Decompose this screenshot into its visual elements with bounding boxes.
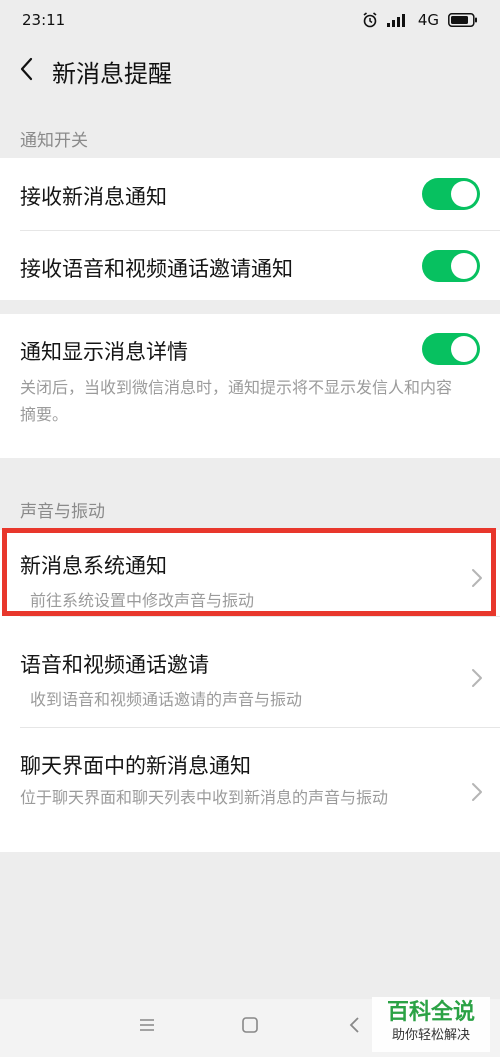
chevron-right-icon <box>472 669 482 687</box>
list-item-description: 收到语音和视频通话邀请的声音与振动 <box>30 690 303 709</box>
switch-description: 关闭后，当收到微信消息时，通知提示将不显示发信人和内容摘要。 <box>20 378 453 424</box>
network-label: 4G <box>417 11 439 29</box>
section-label-notifications: 通知开关 <box>20 131 88 151</box>
status-icons: 4G <box>362 11 478 29</box>
chevron-left-icon <box>19 57 33 85</box>
back-button[interactable] <box>0 40 52 102</box>
signal-icon <box>386 13 409 27</box>
list-item-system-notification[interactable]: 新消息系统通知 前往系统设置中修改声音与振动 <box>0 530 500 616</box>
list-item-description: 位于聊天界面和聊天列表中收到新消息的声音与振动 <box>20 788 389 807</box>
toggle-knob <box>451 253 477 279</box>
call-invites-toggle[interactable] <box>422 250 480 282</box>
switch-row-new-messages[interactable]: 接收新消息通知 <box>0 158 500 230</box>
switch-row-call-invites[interactable]: 接收语音和视频通话邀请通知 <box>0 231 500 300</box>
new-messages-toggle[interactable] <box>422 178 480 210</box>
list-item-title: 聊天界面中的新消息通知 <box>20 754 251 778</box>
toggle-knob <box>451 336 477 362</box>
notification-switches-card: 接收新消息通知 接收语音和视频通话邀请通知 <box>0 158 500 300</box>
switch-label: 通知显示消息详情 <box>20 340 188 364</box>
battery-icon <box>448 13 478 27</box>
detail-switch-card: 通知显示消息详情 关闭后，当收到微信消息时，通知提示将不显示发信人和内容摘要。 <box>0 314 500 458</box>
watermark-subtitle: 助你轻松解决 <box>391 1028 470 1043</box>
watermark: 百科全说 助你轻松解决 <box>372 997 490 1052</box>
chevron-right-icon <box>472 783 482 801</box>
list-item-title: 新消息系统通知 <box>20 554 167 578</box>
toggle-knob <box>451 181 477 207</box>
switch-label: 接收新消息通知 <box>20 185 167 209</box>
header: 新消息提醒 <box>0 40 500 102</box>
list-item-chat-notifications[interactable]: 聊天界面中的新消息通知 位于聊天界面和聊天列表中收到新消息的声音与振动 <box>0 728 500 852</box>
watermark-title: 百科全说 <box>386 1000 475 1025</box>
show-details-toggle[interactable] <box>422 333 480 365</box>
alarm-icon <box>362 12 378 28</box>
page-title: 新消息提醒 <box>52 59 172 88</box>
section-label-sound: 声音与振动 <box>20 502 105 522</box>
list-item-call-invites[interactable]: 语音和视频通话邀请 收到语音和视频通话邀请的声音与振动 <box>0 617 500 727</box>
status-time: 23:11 <box>22 11 66 29</box>
list-item-description: 前往系统设置中修改声音与振动 <box>30 591 255 610</box>
back-icon[interactable] <box>346 1016 364 1034</box>
home-icon[interactable] <box>241 1016 259 1034</box>
status-bar: 23:11 4G <box>0 0 500 40</box>
list-item-title: 语音和视频通话邀请 <box>20 653 209 677</box>
sound-settings-card: 新消息系统通知 前往系统设置中修改声音与振动 语音和视频通话邀请 收到语音和视频… <box>0 530 500 852</box>
chevron-right-icon <box>472 569 482 587</box>
switch-row-show-details[interactable]: 通知显示消息详情 关闭后，当收到微信消息时，通知提示将不显示发信人和内容摘要。 <box>0 314 500 458</box>
menu-icon[interactable] <box>138 1016 156 1034</box>
switch-label: 接收语音和视频通话邀请通知 <box>20 257 293 281</box>
